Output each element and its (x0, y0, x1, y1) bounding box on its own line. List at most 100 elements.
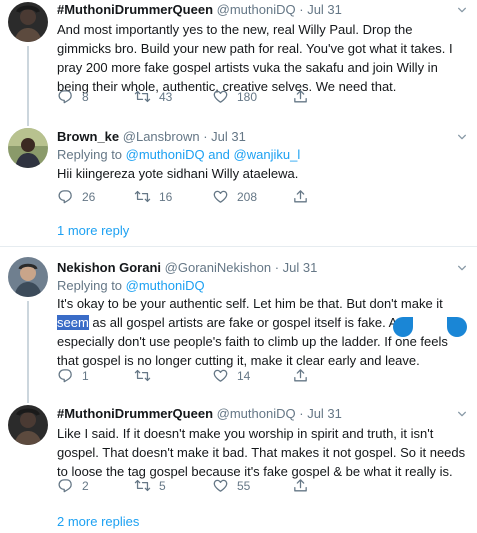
tweet-header: #MuthoniDrummerQueen @muthoniDQ · Jul 31 (57, 406, 342, 421)
like-count: 180 (237, 89, 258, 104)
separator-dot: · (203, 129, 208, 144)
retweet-count: 5 (159, 478, 166, 493)
display-name[interactable]: Brown_ke (57, 129, 119, 144)
thread-line (27, 46, 29, 118)
timestamp[interactable]: Jul 31 (307, 406, 342, 421)
tweet-actions: 2 5 55 (57, 477, 417, 495)
selected-text[interactable]: seem (57, 315, 89, 330)
share-icon (292, 477, 309, 494)
like-icon (212, 88, 229, 105)
like-button[interactable]: 55 (212, 477, 250, 494)
retweet-count: 43 (159, 89, 173, 104)
tweet-text-part: It's okay to be your authentic self. Let… (57, 296, 443, 311)
like-icon (212, 477, 229, 494)
reply-count: 2 (82, 478, 89, 493)
tweet-header: Brown_ke @Lansbrown · Jul 31 (57, 129, 246, 144)
user-handle[interactable]: @GoraniNekishon (165, 260, 271, 275)
timestamp[interactable]: Jul 31 (307, 2, 342, 17)
tweet-actions: 26 16 208 (57, 188, 417, 206)
avatar[interactable] (8, 2, 48, 42)
reply-button[interactable]: 26 (57, 188, 95, 205)
mention-link[interactable]: @muthoniDQ (126, 147, 205, 162)
selection-handle-start[interactable] (393, 317, 413, 337)
chevron-down-icon[interactable] (457, 5, 467, 15)
display-name[interactable]: #MuthoniDrummerQueen (57, 406, 213, 421)
more-replies-link[interactable]: 2 more replies (57, 514, 139, 529)
tweet-header: #MuthoniDrummerQueen @muthoniDQ · Jul 31 (57, 2, 342, 17)
reply-icon (57, 367, 74, 384)
reply-icon (57, 88, 74, 105)
user-handle[interactable]: @muthoniDQ (217, 2, 296, 17)
reply-count: 8 (82, 89, 89, 104)
share-icon (292, 188, 309, 205)
reply-icon (57, 477, 74, 494)
tweet-text-part: as all gospel artists are fake or gospel… (57, 315, 448, 368)
avatar[interactable] (8, 405, 48, 445)
like-button[interactable]: 14 (212, 367, 250, 384)
retweet-button[interactable] (134, 367, 159, 384)
timestamp[interactable]: Jul 31 (283, 260, 318, 275)
user-handle[interactable]: @Lansbrown (123, 129, 200, 144)
separator-dot: · (299, 406, 304, 421)
replying-label: Replying to (57, 278, 126, 293)
replying-and: and (204, 147, 234, 162)
chevron-down-icon[interactable] (457, 263, 467, 273)
selection-handle-end[interactable] (447, 317, 467, 337)
like-icon (212, 188, 229, 205)
tweet-text: Like I said. If it doesn't make you wors… (57, 426, 466, 479)
separator-dot: · (274, 260, 280, 275)
like-button[interactable]: 208 (212, 188, 257, 205)
chevron-down-icon[interactable] (457, 132, 467, 142)
user-handle[interactable]: @muthoniDQ (217, 406, 296, 421)
share-button[interactable] (292, 88, 309, 105)
retweet-button[interactable]: 16 (134, 188, 172, 205)
retweet-button[interactable]: 5 (134, 477, 166, 494)
tweet[interactable]: #MuthoniDrummerQueen @muthoniDQ · Jul 31… (0, 395, 477, 505)
thread-line (27, 395, 29, 403)
mention-link[interactable]: @wanjiku_l (234, 147, 301, 162)
replying-to: Replying to @muthoniDQ (57, 278, 205, 293)
separator-dot: · (299, 2, 304, 17)
avatar[interactable] (8, 257, 48, 297)
chevron-down-icon[interactable] (457, 409, 467, 419)
tweet[interactable]: #MuthoniDrummerQueen @muthoniDQ · Jul 31… (0, 0, 477, 118)
tweet-actions: 8 43 180 (57, 88, 417, 106)
tweet[interactable]: Brown_ke @Lansbrown · Jul 31 Replying to… (0, 118, 477, 210)
like-count: 14 (237, 368, 251, 383)
reply-button[interactable]: 8 (57, 88, 89, 105)
reply-button[interactable]: 2 (57, 477, 89, 494)
retweet-button[interactable]: 43 (134, 88, 172, 105)
reply-count: 26 (82, 189, 96, 204)
tweet-header: Nekishon Gorani @GoraniNekishon · Jul 31 (57, 260, 317, 275)
timestamp[interactable]: Jul 31 (211, 129, 246, 144)
replying-label: Replying to (57, 147, 126, 162)
retweet-icon (134, 367, 151, 384)
like-icon (212, 367, 229, 384)
retweet-icon (134, 477, 151, 494)
share-icon (292, 88, 309, 105)
thread-line (27, 301, 29, 395)
thread-line (27, 118, 29, 126)
tweet-text: Hii kiingereza yote sidhani Willy ataele… (57, 166, 299, 181)
like-count: 55 (237, 478, 251, 493)
tweet[interactable]: Nekishon Gorani @GoraniNekishon · Jul 31… (0, 247, 477, 395)
display-name[interactable]: #MuthoniDrummerQueen (57, 2, 213, 17)
mention-link[interactable]: @muthoniDQ (126, 278, 205, 293)
share-button[interactable] (292, 188, 309, 205)
share-button[interactable] (292, 477, 309, 494)
share-button[interactable] (292, 367, 309, 384)
retweet-count: 16 (159, 189, 173, 204)
avatar[interactable] (8, 128, 48, 168)
replying-to: Replying to @muthoniDQ and @wanjiku_l (57, 147, 300, 162)
reply-icon (57, 188, 74, 205)
like-button[interactable]: 180 (212, 88, 257, 105)
more-replies-link[interactable]: 1 more reply (57, 223, 129, 238)
share-icon (292, 367, 309, 384)
display-name[interactable]: Nekishon Gorani (57, 260, 161, 275)
retweet-icon (134, 88, 151, 105)
tweet-text: And most importantly yes to the new, rea… (57, 22, 453, 94)
reply-button[interactable]: 1 (57, 367, 89, 384)
tweet-actions: 1 14 (57, 367, 417, 385)
retweet-icon (134, 188, 151, 205)
like-count: 208 (237, 189, 258, 204)
